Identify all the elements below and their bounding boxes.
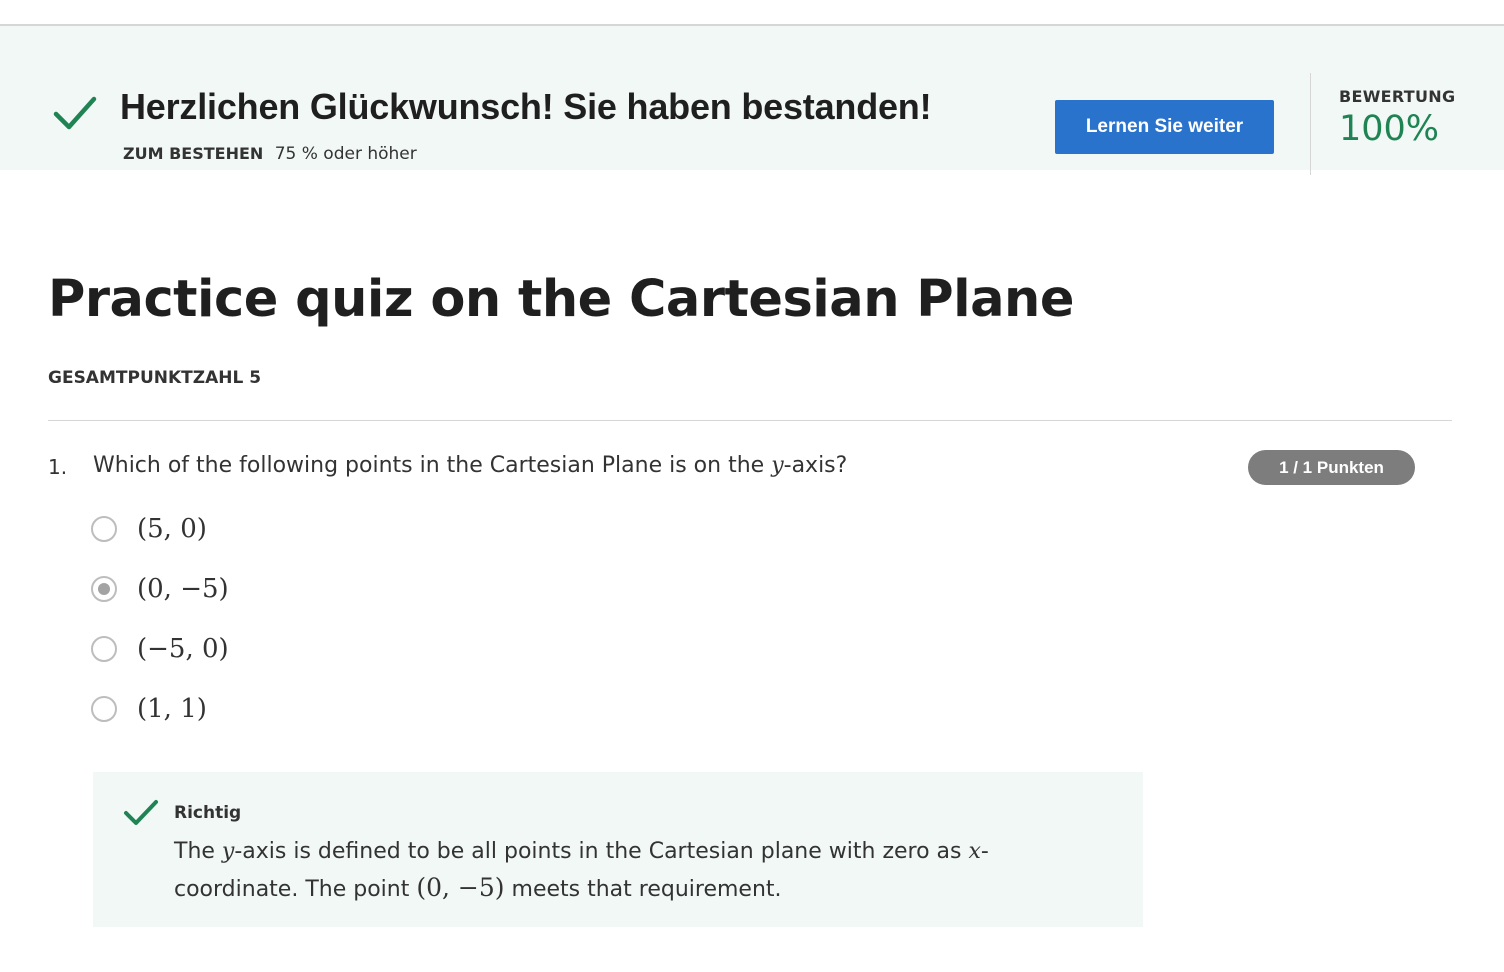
feedback-variable-x: x <box>968 839 981 864</box>
option-label: (5, 0) <box>137 514 207 544</box>
section-divider <box>48 420 1452 421</box>
answer-option[interactable]: (1, 1) <box>91 693 207 725</box>
feedback-text-part: The <box>174 839 222 864</box>
passing-value: 75 % oder höher <box>274 144 417 164</box>
feedback-text-part: -axis is defined to be all points in the… <box>234 839 969 864</box>
answer-option[interactable]: (0, −5) <box>91 573 229 605</box>
feedback-point: (0, −5) <box>416 873 505 902</box>
feedback-variable-y: y <box>221 839 235 864</box>
result-banner: Herzlichen Glückwunsch! Sie haben bestan… <box>0 26 1504 175</box>
check-icon <box>124 800 158 825</box>
option-label: (−5, 0) <box>137 634 229 664</box>
page-title: Practice quiz on the Cartesian Plane <box>48 270 1074 329</box>
passing-requirement: ZUM BESTEHEN 75 % oder höher <box>123 144 417 164</box>
grade-value: 100% <box>1339 109 1440 149</box>
option-label: (0, −5) <box>137 574 229 604</box>
feedback-text-part: meets that requirement. <box>504 877 782 902</box>
grade-label: BEWERTUNG <box>1339 87 1456 106</box>
radio-button[interactable] <box>91 636 117 662</box>
passing-label: ZUM BESTEHEN <box>123 144 264 163</box>
question-text-part: -axis? <box>783 453 848 478</box>
points-badge: 1 / 1 Punkten <box>1248 450 1415 485</box>
question-text-part: Which of the following points in the Car… <box>93 453 772 478</box>
check-icon <box>53 96 97 130</box>
total-points: GESAMTPUNKTZAHL 5 <box>48 368 262 388</box>
question-variable: y <box>771 453 784 478</box>
radio-button[interactable] <box>91 516 117 542</box>
answer-option[interactable]: (5, 0) <box>91 513 207 545</box>
radio-button-selected[interactable] <box>91 576 117 602</box>
banner-divider <box>1310 73 1311 175</box>
feedback-explanation: The y-axis is defined to be all points i… <box>174 834 1034 908</box>
continue-learning-button[interactable]: Lernen Sie weiter <box>1055 100 1274 154</box>
feedback-box: Richtig The y-axis is defined to be all … <box>93 772 1143 927</box>
radio-button[interactable] <box>91 696 117 722</box>
option-label: (1, 1) <box>137 694 207 724</box>
feedback-title: Richtig <box>174 803 242 823</box>
answer-option[interactable]: (−5, 0) <box>91 633 229 665</box>
result-title: Herzlichen Glückwunsch! Sie haben bestan… <box>120 86 932 127</box>
question-number: 1. <box>48 455 68 479</box>
question-text: Which of the following points in the Car… <box>93 453 847 478</box>
